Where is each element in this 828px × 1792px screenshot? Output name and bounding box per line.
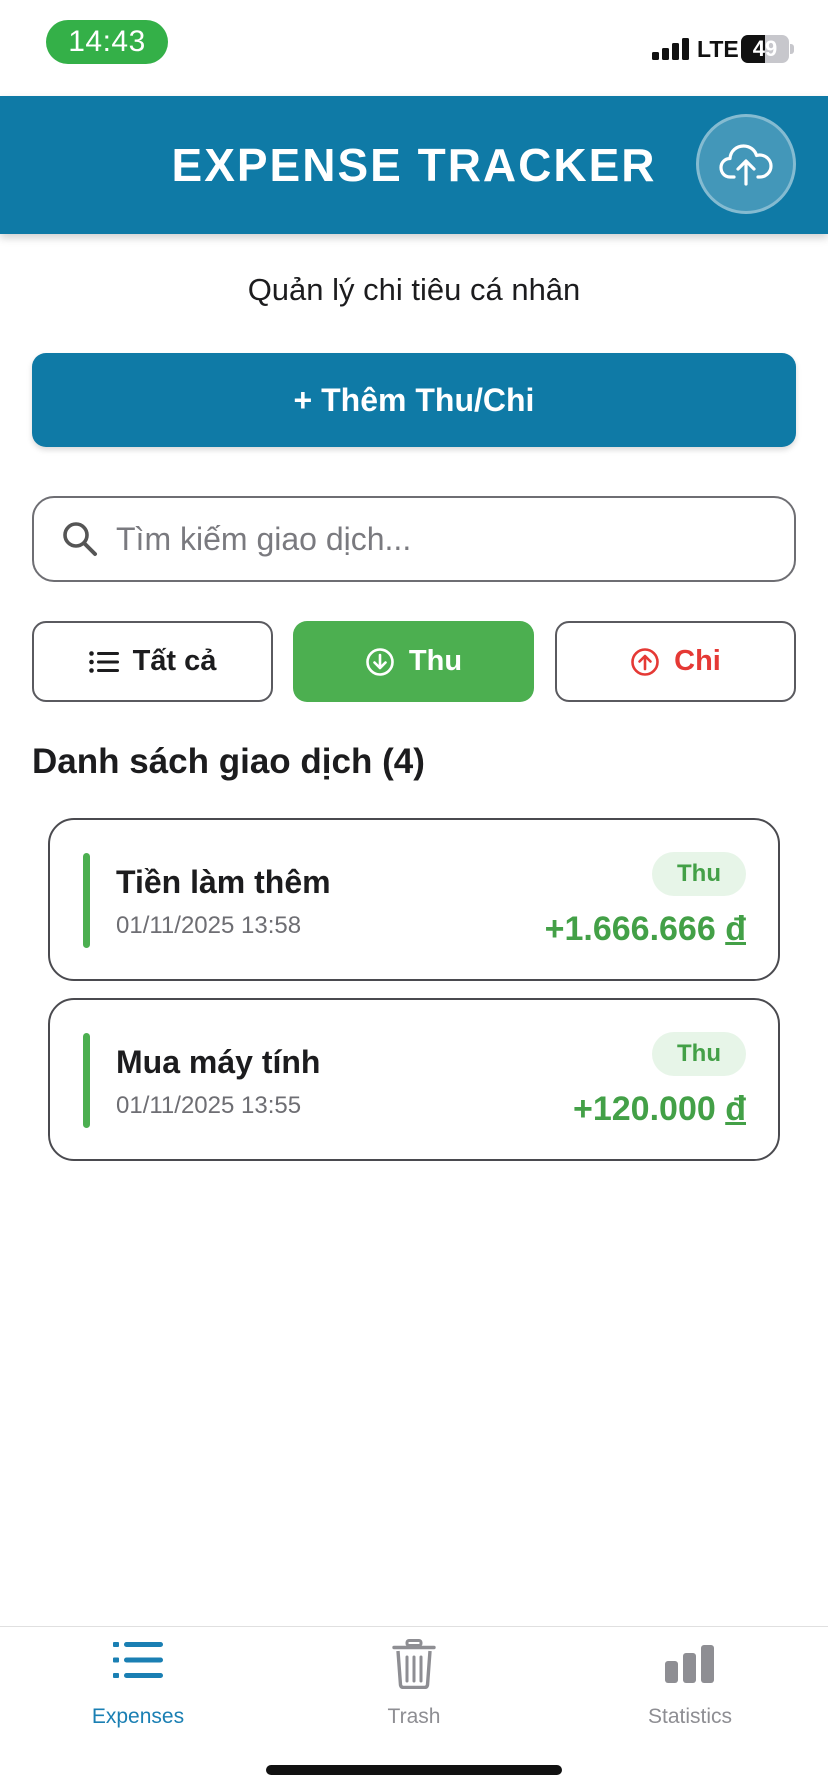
amount-value: +1.666.666: [544, 910, 716, 948]
list-icon: [113, 1641, 163, 1684]
transaction-name: Mua máy tính: [116, 1044, 321, 1080]
signal-icon: [652, 38, 692, 60]
cloud-upload-button[interactable]: [696, 114, 796, 214]
trash-icon: [392, 1639, 436, 1694]
battery-icon: 49: [741, 35, 789, 63]
transaction-date: 01/11/2025 13:55: [116, 1092, 302, 1119]
add-transaction-button[interactable]: + Thêm Thu/Chi: [32, 353, 796, 447]
transaction-amount: +1.666.666 đ: [545, 910, 746, 949]
filter-expense-button[interactable]: Chi: [555, 621, 796, 702]
filter-income-button[interactable]: Thu: [293, 621, 534, 702]
nav-statistics-label: Statistics: [647, 1705, 733, 1728]
transaction-card[interactable]: Tiền làm thêm 01/11/2025 13:58 Thu +1.66…: [48, 818, 780, 981]
transaction-name: Tiền làm thêm: [116, 864, 331, 900]
income-indicator-bar: [83, 853, 90, 948]
currency-symbol: đ: [725, 910, 746, 948]
search-input[interactable]: [116, 498, 776, 580]
arrow-up-circle-icon: [630, 647, 660, 677]
amount-value: +120.000: [573, 1090, 716, 1128]
nav-expenses[interactable]: Expenses: [0, 1627, 276, 1747]
nav-trash[interactable]: Trash: [276, 1627, 552, 1747]
currency-symbol: đ: [725, 1090, 746, 1128]
battery-cap: [790, 44, 794, 54]
filter-expense-label: Chi: [674, 645, 721, 677]
page-subtitle: Quản lý chi tiêu cá nhân: [247, 272, 581, 307]
arrow-down-circle-icon: [365, 647, 395, 677]
income-indicator-bar: [83, 1033, 90, 1128]
bar-chart-icon: [665, 1645, 715, 1688]
app-screen: 14:43 LTE 49 EXPENSE TRACKER Quản lý chi…: [0, 0, 828, 1792]
search-icon: [63, 522, 97, 556]
network-type: LTE: [697, 36, 739, 62]
search-box[interactable]: [32, 496, 796, 582]
filter-income-label: Thu: [408, 645, 463, 677]
filter-all-button[interactable]: Tất cả: [32, 621, 273, 702]
transaction-type-badge: Thu: [652, 1032, 746, 1076]
cloud-upload-icon: [719, 144, 773, 186]
nav-expenses-label: Expenses: [91, 1705, 185, 1728]
status-bar: 14:43 LTE 49: [0, 0, 828, 96]
status-time: 14:43: [46, 20, 168, 64]
transaction-type-badge: Thu: [652, 852, 746, 896]
app-header: EXPENSE TRACKER: [0, 96, 828, 234]
nav-trash-label: Trash: [387, 1705, 441, 1728]
transaction-amount: +120.000 đ: [573, 1090, 746, 1129]
home-indicator: [266, 1765, 562, 1775]
filter-all-label: Tất cả: [132, 645, 217, 677]
nav-statistics[interactable]: Statistics: [552, 1627, 828, 1747]
battery-level: 49: [752, 36, 778, 61]
transaction-list-title: Danh sách giao dịch (4): [32, 742, 425, 781]
transaction-date: 01/11/2025 13:58: [116, 912, 302, 939]
list-icon: [88, 650, 119, 673]
transaction-card[interactable]: Mua máy tính 01/11/2025 13:55 Thu +120.0…: [48, 998, 780, 1161]
